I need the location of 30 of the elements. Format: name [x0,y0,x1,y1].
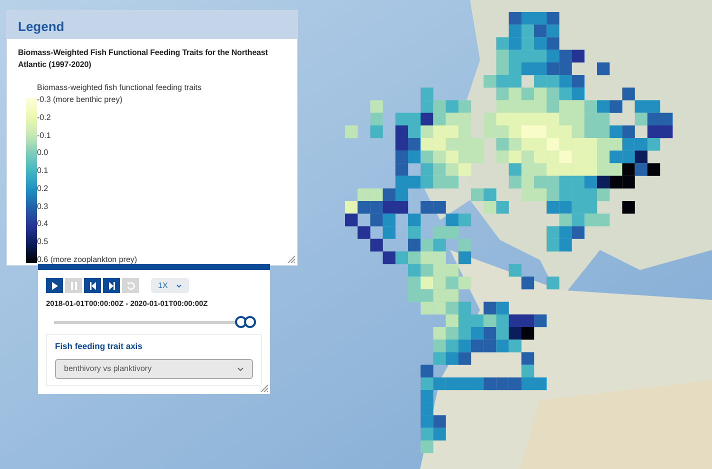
pause-icon [68,280,78,290]
skip-forward-icon [106,280,116,290]
scale-label: 0.5 [37,236,50,248]
chevron-icon [176,284,182,288]
skip-back-icon [88,280,98,290]
scale-label: 0.0 [37,147,50,160]
slider-handle[interactable] [234,316,246,328]
scale-label: 0.6 (more zooplankton prey) [37,254,138,266]
step-back-button[interactable] [84,278,101,293]
legend-heading: Biomass-Weighted Fish Functional Feeding Traits for the Northeast Atlantic (1997-2020) [17,47,269,71]
scale-title: Biomass-weighted fish functional feeding traits [37,82,203,94]
speed-dropdown[interactable]: 1X [151,278,189,293]
field-label: Fish feeding trait axis [55,340,144,353]
slider-handle[interactable] [244,316,256,328]
scale-label: 0.4 [37,218,50,230]
legend-title: Legend [7,11,297,39]
reset-icon [126,280,136,290]
resize-handle-icon[interactable] [260,384,268,392]
axis-dropdown[interactable]: benthivory vs planktivory [55,359,253,379]
resize-handle-icon[interactable] [287,255,295,263]
chevron-icon [237,366,244,372]
scale-label: 0.2 [37,182,50,195]
scale-label: -0.2 [37,112,52,124]
scale-label: 0.3 [37,200,50,213]
play-button[interactable] [46,278,63,293]
scale-label: -0.3 (more benthic prey) [37,94,124,106]
step-forward-button[interactable] [103,278,120,293]
scale-label: -0.1 [37,130,52,142]
scale-label: 0.1 [37,165,50,178]
play-icon [50,280,60,290]
